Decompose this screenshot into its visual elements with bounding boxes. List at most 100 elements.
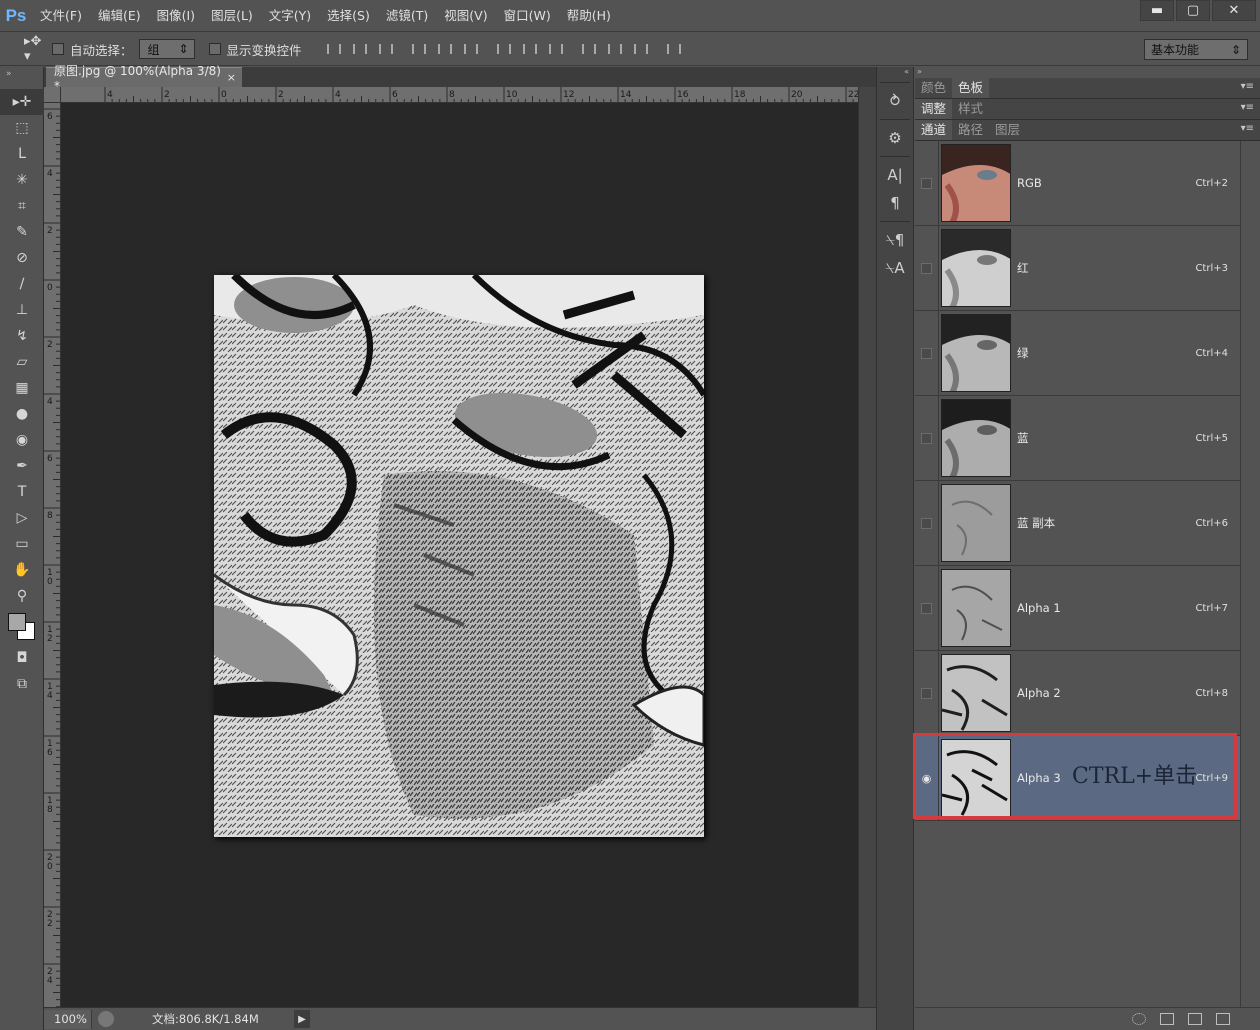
menu-filter[interactable]: 滤镜(T) [378,0,436,32]
ruler-horizontal[interactable]: 420246810121416182022 [61,87,858,103]
history-panel-icon[interactable]: ⥁ [877,87,913,115]
lasso-icon[interactable]: ᒪ [0,141,44,167]
visibility-toggle[interactable] [915,650,939,736]
save-selection-icon[interactable] [1160,1013,1174,1025]
hand-icon[interactable]: ✋ [0,557,44,583]
auto-select-checkbox[interactable] [52,43,64,55]
eraser-icon[interactable]: ▱ [0,349,44,375]
align-vcenter-icon[interactable] [349,40,369,58]
panel-menu-icon[interactable]: ▾≡ [1241,123,1254,134]
magic-wand-icon[interactable]: ✳ [0,167,44,193]
menu-help[interactable]: 帮助(H) [559,0,619,32]
distribute-hcenter-icon[interactable] [604,40,624,58]
panel-menu-icon[interactable]: ▾≡ [1241,81,1254,92]
character-panel-icon[interactable]: A| [877,161,913,189]
marquee-icon[interactable]: ⬚ [0,115,44,141]
visibility-toggle[interactable] [915,565,939,651]
menu-select[interactable]: 选择(S) [319,0,378,32]
auto-select-dropdown[interactable]: 组 ⇕ [138,39,195,59]
distribute-right-icon[interactable] [630,40,650,58]
align-left-icon[interactable] [408,40,428,58]
shape-icon[interactable]: ▭ [0,531,44,557]
channel-row[interactable]: 绿 Ctrl+4 [915,310,1240,396]
tab-paths[interactable]: 路径 [952,120,989,140]
status-menu-arrow-icon[interactable]: ▶ [294,1010,310,1028]
new-channel-icon[interactable] [1188,1013,1202,1025]
channels-scrollbar[interactable] [1240,141,1260,1009]
panel-menu-icon[interactable]: ▾≡ [1241,102,1254,113]
visibility-toggle[interactable]: ◉ [915,735,939,821]
eyedropper-icon[interactable]: ✎ [0,219,44,245]
tab-styles[interactable]: 样式 [952,99,989,119]
color-swatches[interactable] [0,609,44,645]
visibility-toggle[interactable] [915,310,939,396]
properties-panel-icon[interactable]: ⚙ [877,124,913,152]
close-tab-icon[interactable]: × [227,71,236,84]
dodge-icon[interactable]: ◉ [0,427,44,453]
zoom-icon[interactable]: ⚲ [0,583,44,609]
menu-type[interactable]: 文字(Y) [261,0,319,32]
status-info-icon[interactable] [98,1011,114,1027]
channel-row[interactable]: Alpha 1 Ctrl+7 [915,565,1240,651]
collapse-icon[interactable]: » [915,67,1260,78]
blur-icon[interactable]: ● [0,401,44,427]
history-brush-icon[interactable]: ↯ [0,323,44,349]
auto-align-icon[interactable] [663,40,683,58]
channel-row-selected[interactable]: ◉ Alpha 3 Ctrl+9 [915,735,1240,821]
channel-row[interactable]: 红 Ctrl+3 [915,225,1240,311]
align-right-icon[interactable] [460,40,480,58]
visibility-toggle[interactable] [915,225,939,311]
pen-icon[interactable]: ✒ [0,453,44,479]
align-top-icon[interactable] [323,40,343,58]
screen-mode-icon[interactable]: ⧉ [0,671,44,697]
menu-layer[interactable]: 图层(L) [203,0,261,32]
character-styles-icon[interactable]: ⍀A [877,254,913,282]
close-button[interactable]: ✕ [1212,0,1256,21]
crop-icon[interactable]: ⌗ [0,193,44,219]
canvas-area[interactable] [61,103,858,1007]
menu-edit[interactable]: 编辑(E) [90,0,149,32]
align-bottom-icon[interactable] [375,40,395,58]
vertical-scrollbar[interactable] [858,87,876,1007]
distribute-top-icon[interactable] [493,40,513,58]
menu-image[interactable]: 图像(I) [149,0,203,32]
load-selection-icon[interactable] [1132,1013,1146,1025]
stamp-icon[interactable]: ⊥ [0,297,44,323]
brush-icon[interactable]: ∕ [0,271,44,297]
distribute-left-icon[interactable] [578,40,598,58]
menu-window[interactable]: 窗口(W) [496,0,559,32]
move-tool-icon[interactable]: ▸✛ [0,89,44,115]
tab-layers[interactable]: 图层 [989,120,1026,140]
gradient-icon[interactable]: ▦ [0,375,44,401]
menu-file[interactable]: 文件(F) [32,0,90,32]
type-icon[interactable]: T [0,479,44,505]
channel-row[interactable]: 蓝 副本 Ctrl+6 [915,480,1240,566]
zoom-field[interactable]: 100% [44,1009,92,1029]
minimize-button[interactable]: ▬ [1140,0,1174,21]
tool-preset-picker[interactable]: ▸✥ ▾ [0,33,52,66]
tab-swatches[interactable]: 色板 [952,78,990,98]
collapse-icon[interactable]: » [0,67,43,89]
channel-row[interactable]: RGB Ctrl+2 [915,140,1240,226]
maximize-button[interactable]: ▢ [1176,0,1210,21]
visibility-toggle[interactable] [915,140,939,226]
visibility-toggle[interactable] [915,480,939,566]
foreground-color[interactable] [8,613,26,631]
document-tab[interactable]: 原图.jpg @ 100%(Alpha 3/8) * × [46,64,242,93]
distribute-bottom-icon[interactable] [545,40,565,58]
document-image[interactable] [214,275,704,837]
tab-adjustments[interactable]: 调整 [915,99,953,119]
menu-view[interactable]: 视图(V) [436,0,495,32]
channel-row[interactable]: Alpha 2 Ctrl+8 [915,650,1240,736]
healing-icon[interactable]: ⊘ [0,245,44,271]
delete-channel-icon[interactable] [1216,1013,1230,1025]
tab-color[interactable]: 颜色 [915,78,952,98]
quick-mask-icon[interactable]: ◘ [0,645,44,671]
distribute-vcenter-icon[interactable] [519,40,539,58]
workspace-dropdown[interactable]: 基本功能 ⇕ [1144,39,1248,60]
channel-row[interactable]: 蓝 Ctrl+5 [915,395,1240,481]
paragraph-panel-icon[interactable]: ¶ [877,189,913,217]
visibility-toggle[interactable] [915,395,939,481]
paragraph-styles-icon[interactable]: ⍀¶ [877,226,913,254]
tab-channels[interactable]: 通道 [915,120,953,140]
